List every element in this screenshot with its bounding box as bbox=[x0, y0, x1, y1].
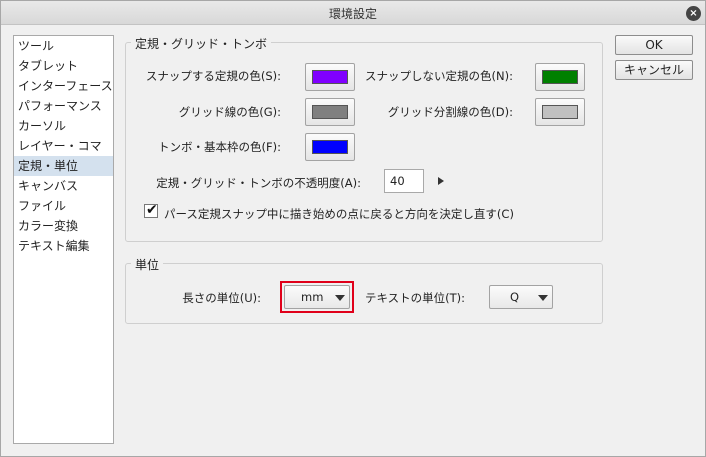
sidebar-item-file[interactable]: ファイル bbox=[14, 196, 113, 216]
perspective-snap-label: パース定規スナップ中に描き始めの点に戻ると方向を決定し直す(C) bbox=[164, 207, 514, 221]
checkmark-icon: ✔ bbox=[146, 202, 158, 218]
opacity-label: 定規・グリッド・トンボの不透明度(A): bbox=[156, 176, 361, 190]
cancel-button[interactable]: キャンセル bbox=[615, 60, 693, 80]
ruler-group-title: 定規・グリッド・トンボ bbox=[131, 35, 272, 52]
highlight-annotation bbox=[280, 281, 354, 313]
preferences-dialog: 環境設定 × ツール タブレット インターフェース パフォーマンス カーソル レ… bbox=[0, 0, 706, 457]
sidebar-item-cursor[interactable]: カーソル bbox=[14, 116, 113, 136]
unit-group-title: 単位 bbox=[131, 256, 164, 273]
sidebar-item-interface[interactable]: インターフェース bbox=[14, 76, 113, 96]
chevron-down-icon bbox=[538, 295, 548, 301]
grid-division-color-swatch bbox=[542, 105, 578, 119]
grid-color-button[interactable] bbox=[305, 98, 355, 126]
snap-ruler-color-label: スナップする定規の色(S): bbox=[145, 69, 281, 83]
category-list: ツール タブレット インターフェース パフォーマンス カーソル レイヤー・コマ … bbox=[13, 35, 114, 444]
text-unit-dropdown[interactable]: Q bbox=[489, 285, 553, 309]
grid-division-color-label: グリッド分割線の色(D): bbox=[387, 105, 513, 119]
crop-mark-color-button[interactable] bbox=[305, 133, 355, 161]
text-unit-value: Q bbox=[510, 290, 520, 304]
opacity-input[interactable]: 40 bbox=[384, 169, 424, 193]
snap-ruler-color-swatch bbox=[312, 70, 348, 84]
sidebar-item-layer-frame[interactable]: レイヤー・コマ bbox=[14, 136, 113, 156]
sidebar-item-tool[interactable]: ツール bbox=[14, 36, 113, 56]
sidebar-item-tablet[interactable]: タブレット bbox=[14, 56, 113, 76]
grid-color-swatch bbox=[312, 105, 348, 119]
nosnap-ruler-color-label: スナップしない定規の色(N): bbox=[365, 69, 513, 83]
dialog-title: 環境設定 bbox=[328, 7, 377, 21]
nosnap-ruler-color-button[interactable] bbox=[535, 63, 585, 91]
nosnap-ruler-color-swatch bbox=[542, 70, 578, 84]
sidebar-item-canvas[interactable]: キャンバス bbox=[14, 176, 113, 196]
crop-mark-color-label: トンボ・基本枠の色(F): bbox=[158, 140, 281, 154]
grid-division-color-button[interactable] bbox=[535, 98, 585, 126]
grid-color-label: グリッド線の色(G): bbox=[178, 105, 281, 119]
opacity-slider-arrow-icon[interactable] bbox=[438, 177, 444, 185]
title-bar: 環境設定 × bbox=[1, 1, 705, 25]
snap-ruler-color-button[interactable] bbox=[305, 63, 355, 91]
sidebar-item-color-conversion[interactable]: カラー変換 bbox=[14, 216, 113, 236]
sidebar-item-text-editing[interactable]: テキスト編集 bbox=[14, 236, 113, 256]
text-unit-label: テキストの単位(T): bbox=[364, 291, 465, 305]
sidebar-item-performance[interactable]: パフォーマンス bbox=[14, 96, 113, 116]
sidebar-item-ruler-unit[interactable]: 定規・単位 bbox=[14, 156, 113, 176]
crop-mark-color-swatch bbox=[312, 140, 348, 154]
ok-button[interactable]: OK bbox=[615, 35, 693, 55]
close-icon[interactable]: × bbox=[686, 6, 701, 21]
length-unit-label: 長さの単位(U): bbox=[182, 291, 261, 305]
perspective-snap-checkbox[interactable]: ✔ bbox=[144, 202, 158, 218]
